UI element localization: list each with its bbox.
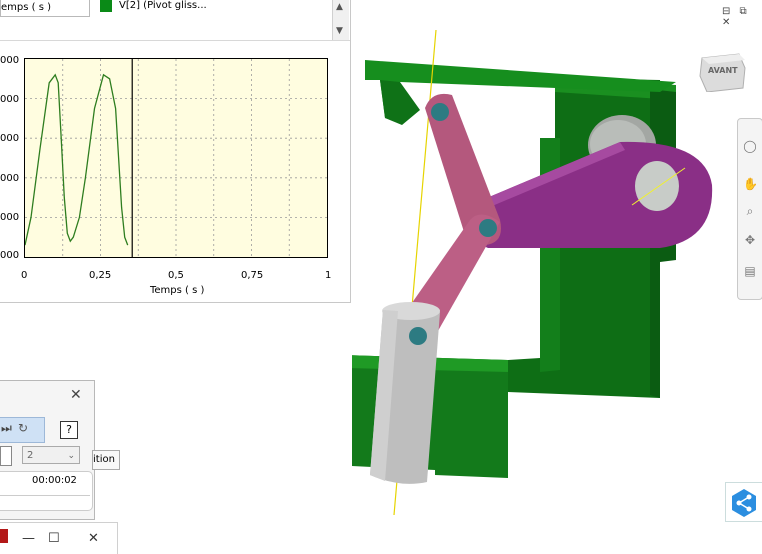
x-tick-label: 0,5 <box>168 270 184 281</box>
chart-svg <box>25 59 327 257</box>
steps-dropdown[interactable]: 2 ⌄ <box>22 446 80 464</box>
end-icon[interactable]: ⏭ <box>1 421 12 436</box>
chevron-up-icon[interactable]: ▲ <box>336 2 343 12</box>
x-tick-label: 0,75 <box>241 270 264 281</box>
crank-axle <box>635 161 679 211</box>
legend-bar: emps ( s ) V[2] (Pivot gliss... ▲ ▼ <box>0 0 350 41</box>
y-tick-label: 000 <box>0 133 20 144</box>
share-button[interactable] <box>725 482 762 522</box>
steps-value: 2 <box>27 450 34 461</box>
slider-icon[interactable]: ▤ <box>743 264 757 278</box>
minimize-button[interactable]: — <box>22 531 35 546</box>
playback-toolbar: ⏭ ↻ <box>0 417 45 443</box>
y-tick-label: 000 <box>0 212 20 223</box>
viewcube[interactable]: AVANT <box>697 48 747 93</box>
close-button[interactable]: ✕ <box>88 531 99 546</box>
maximize-button[interactable]: ☐ <box>48 531 60 546</box>
pin-joint-middle[interactable] <box>479 219 497 237</box>
time-readout: 00:00:02 <box>32 475 77 486</box>
close-icon[interactable]: ✕ <box>70 387 82 403</box>
bottom-window-bar: — ☐ ✕ <box>0 522 118 554</box>
x-axis-label: Temps ( s ) <box>150 285 205 296</box>
orbit-icon[interactable]: ◯ <box>743 139 757 153</box>
step-input[interactable] <box>0 446 12 466</box>
progress-track <box>0 495 90 496</box>
share-icon <box>732 489 756 517</box>
navigation-bar: ◯ ✋ ⌕ ✥ ▤ <box>737 118 762 300</box>
legend-scrollbar[interactable]: ▲ ▼ <box>332 0 349 40</box>
chevron-down-icon[interactable]: ▼ <box>336 26 343 36</box>
legend-series-label[interactable]: V[2] (Pivot gliss... <box>119 0 207 12</box>
graph-window: emps ( s ) V[2] (Pivot gliss... ▲ ▼ 000 … <box>0 0 351 303</box>
legend-color-swatch <box>100 0 112 12</box>
series-line <box>25 73 129 246</box>
animation-dialog: ✕ ⏭ ↻ ? 2 ⌄ 00:00:02 <box>0 380 95 520</box>
loop-icon[interactable]: ↻ <box>18 421 28 435</box>
tooltip: ition <box>92 450 120 470</box>
pan-icon[interactable]: ✋ <box>743 177 758 191</box>
y-tick-label: 000 <box>0 250 20 261</box>
pin-joint-bottom[interactable] <box>409 327 427 345</box>
app-icon <box>0 529 8 543</box>
y-tick-label: 000 <box>0 94 20 105</box>
plot-area[interactable] <box>24 58 328 258</box>
x-tick-label: 0 <box>21 270 28 281</box>
chevron-down-icon: ⌄ <box>67 451 75 461</box>
y-tick-label: 000 <box>0 55 20 66</box>
legend-time-item[interactable]: emps ( s ) <box>0 0 90 17</box>
x-tick-label: 1 <box>325 270 332 281</box>
x-tick-label: 0,25 <box>89 270 112 281</box>
pin-joint-top[interactable] <box>431 103 449 121</box>
viewcube-label: AVANT <box>708 66 738 75</box>
y-tick-label: 000 <box>0 173 20 184</box>
zoom-icon[interactable]: ⌕ <box>743 204 757 218</box>
help-button[interactable]: ? <box>60 421 78 439</box>
look-icon[interactable]: ✥ <box>743 233 757 247</box>
